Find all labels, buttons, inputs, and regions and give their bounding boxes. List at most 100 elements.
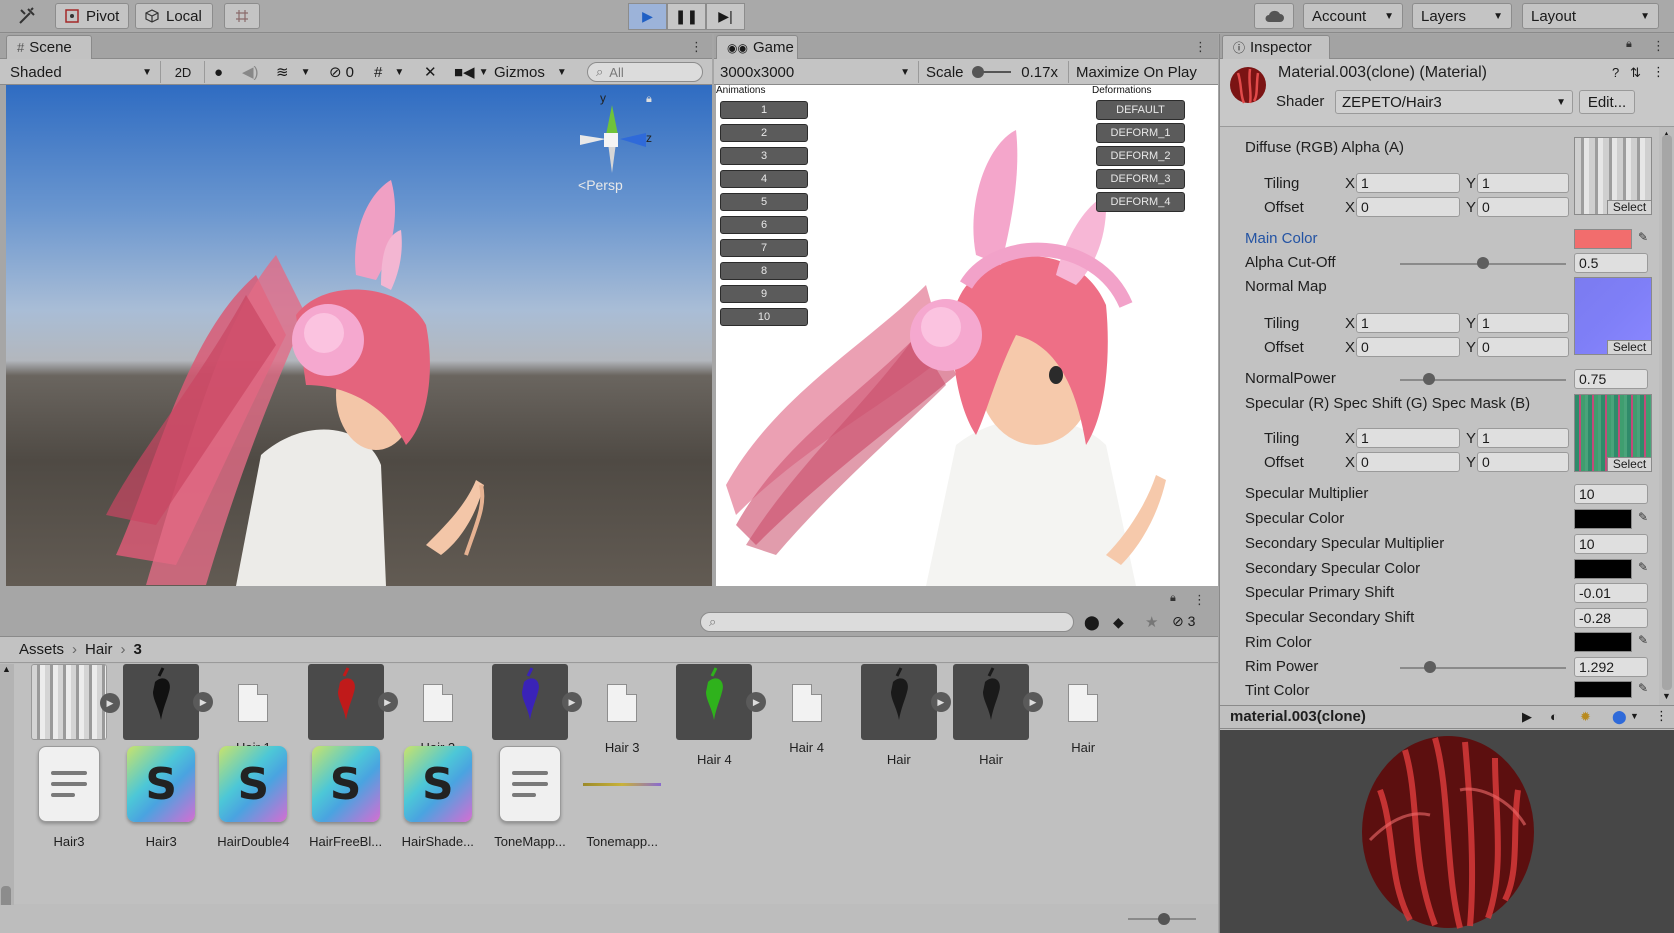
asset-item[interactable]: S HairFreeBl... bbox=[300, 746, 392, 849]
project-search-input[interactable]: ⌕ bbox=[700, 612, 1074, 632]
eyedropper-icon[interactable]: ✎ bbox=[1638, 510, 1648, 524]
eyedropper-icon[interactable]: ✎ bbox=[1638, 681, 1648, 695]
persp-toggle[interactable]: <Persp bbox=[578, 177, 623, 193]
light-icon[interactable]: ✹ bbox=[1580, 709, 1591, 725]
specular-tiling-x-field[interactable]: 1 bbox=[1356, 428, 1460, 448]
preset-icon[interactable]: ⇅ bbox=[1630, 65, 1641, 81]
breadcrumb-current[interactable]: 3 bbox=[134, 641, 142, 658]
spec-color-swatch[interactable] bbox=[1574, 509, 1632, 529]
diffuse-texture-slot[interactable]: Select bbox=[1574, 137, 1652, 215]
camera-dropdown[interactable]: ■◀ ▼ bbox=[450, 61, 493, 83]
animation-button[interactable]: 1 bbox=[720, 101, 808, 119]
rim-color-swatch[interactable] bbox=[1574, 632, 1632, 652]
normal-map-texture-slot[interactable]: Select bbox=[1574, 277, 1652, 355]
tint-color-swatch[interactable] bbox=[1574, 681, 1632, 698]
account-dropdown[interactable]: Account ▼ bbox=[1303, 3, 1403, 29]
tab-scene[interactable]: # Scene bbox=[6, 35, 92, 59]
shader-dropdown[interactable]: ZEPETO/Hair3 ▼ bbox=[1335, 90, 1573, 114]
specular-select-button[interactable]: Select bbox=[1607, 457, 1651, 471]
diffuse-offset-x-field[interactable]: 0 bbox=[1356, 197, 1460, 217]
cloud-button[interactable] bbox=[1254, 3, 1294, 29]
grid-snap-button[interactable] bbox=[224, 3, 260, 29]
layout-dropdown[interactable]: Layout ▼ bbox=[1522, 3, 1659, 29]
preview-menu-icon[interactable]: ⋮ bbox=[1655, 708, 1668, 724]
lighting-toggle[interactable]: ● bbox=[210, 61, 227, 83]
maximize-on-play-toggle[interactable]: Maximize On Play bbox=[1072, 61, 1201, 83]
gizmos-dropdown[interactable]: Gizmos ▼ bbox=[490, 61, 571, 83]
asset-item[interactable]: Tonemapp... bbox=[576, 746, 668, 849]
deformation-button[interactable]: DEFORM_4 bbox=[1096, 192, 1185, 212]
main-color-swatch[interactable] bbox=[1574, 229, 1632, 249]
scene-viewport[interactable]: y z <Persp 🔒︎ bbox=[6, 85, 712, 586]
rim-power-thumb[interactable] bbox=[1423, 661, 1436, 673]
spec-primary-shift-field[interactable]: -0.01 bbox=[1574, 583, 1648, 603]
eyedropper-icon[interactable]: ✎ bbox=[1638, 560, 1648, 574]
asset-item[interactable]: S HairShade... bbox=[392, 746, 484, 849]
tools-toggle[interactable]: ✕ bbox=[420, 61, 441, 83]
animation-button[interactable]: 3 bbox=[720, 147, 808, 165]
diffuse-tiling-y-field[interactable]: 1 bbox=[1477, 173, 1569, 193]
audio-toggle[interactable]: ◀) bbox=[238, 61, 263, 83]
specular-offset-y-field[interactable]: 0 bbox=[1477, 452, 1569, 472]
deformation-button[interactable]: DEFORM_2 bbox=[1096, 146, 1185, 166]
help-icon[interactable]: ? bbox=[1612, 65, 1619, 80]
lock-icon[interactable]: 🔒︎ bbox=[1626, 38, 1632, 51]
deformation-button[interactable]: DEFORM_3 bbox=[1096, 169, 1185, 189]
normal-offset-y-field[interactable]: 0 bbox=[1477, 337, 1569, 357]
asset-item[interactable]: Hair 1 bbox=[207, 664, 299, 755]
diffuse-tiling-x-field[interactable]: 1 bbox=[1356, 173, 1460, 193]
preview-shape-icon[interactable]: ◐ bbox=[1550, 709, 1558, 724]
inspector-scrollbar[interactable]: ▲ ▼ bbox=[1659, 127, 1674, 705]
2d-toggle[interactable]: 2D bbox=[166, 61, 200, 83]
orientation-gizmo[interactable]: y z <Persp bbox=[576, 91, 656, 195]
asset-item[interactable]: Hair 4 bbox=[761, 664, 853, 755]
sec-spec-multiplier-field[interactable]: 10 bbox=[1574, 534, 1648, 554]
asset-item[interactable]: S HairDouble4 bbox=[207, 746, 299, 849]
deformation-button[interactable]: DEFORM_1 bbox=[1096, 123, 1185, 143]
lock-icon[interactable]: 🔒︎ bbox=[1170, 592, 1176, 605]
animation-button[interactable]: 5 bbox=[720, 193, 808, 211]
scale-slider[interactable]: Scale 0.17x bbox=[922, 61, 1062, 83]
animation-button[interactable]: 8 bbox=[720, 262, 808, 280]
sec-spec-color-swatch[interactable] bbox=[1574, 559, 1632, 579]
animation-button[interactable]: 7 bbox=[720, 239, 808, 257]
sphere-icon[interactable]: ⬤ bbox=[1612, 709, 1627, 725]
scene-visibility-toggle[interactable]: ⊘ 0 bbox=[325, 61, 358, 83]
label-tag-icon[interactable]: ◆ bbox=[1113, 614, 1124, 631]
effects-toggle[interactable]: ≋ ▼ bbox=[272, 61, 314, 83]
alpha-cutoff-thumb[interactable] bbox=[1477, 257, 1489, 269]
breadcrumb-hair[interactable]: Hair bbox=[85, 641, 113, 658]
tab-game[interactable]: ◉◉ Game bbox=[716, 35, 798, 59]
specular-texture-slot[interactable]: Select bbox=[1574, 394, 1652, 472]
asset-item[interactable]: Hair3 bbox=[23, 746, 115, 849]
normal-select-button[interactable]: Select bbox=[1607, 340, 1651, 354]
eyedropper-icon[interactable]: ✎ bbox=[1638, 633, 1648, 647]
inspector-menu-icon[interactable]: ⋮ bbox=[1652, 38, 1665, 54]
normal-offset-x-field[interactable]: 0 bbox=[1356, 337, 1460, 357]
scene-menu-icon[interactable]: ⋮ bbox=[690, 39, 703, 55]
material-preview[interactable] bbox=[1220, 730, 1674, 933]
asset-item[interactable]: Hair 3 bbox=[576, 664, 668, 755]
specular-tiling-y-field[interactable]: 1 bbox=[1477, 428, 1569, 448]
thumbnail-size-slider[interactable] bbox=[1128, 913, 1196, 925]
project-menu-icon[interactable]: ⋮ bbox=[1193, 592, 1206, 608]
specular-offset-x-field[interactable]: 0 bbox=[1356, 452, 1460, 472]
left-scrollbar[interactable]: ▲ ▼ bbox=[0, 664, 14, 933]
normal-power-field[interactable]: 0.75 bbox=[1574, 369, 1648, 389]
spec-secondary-shift-field[interactable]: -0.28 bbox=[1574, 608, 1648, 628]
pause-button[interactable]: ❚❚ bbox=[667, 3, 706, 30]
play-icon[interactable]: ▶ bbox=[1522, 709, 1532, 725]
tab-inspector[interactable]: ⓘ Inspector bbox=[1222, 35, 1330, 59]
animation-button[interactable]: 9 bbox=[720, 285, 808, 303]
pivot-button[interactable]: Pivot bbox=[55, 3, 129, 29]
asset-item[interactable]: Hair 2 bbox=[392, 664, 484, 755]
game-menu-icon[interactable]: ⋮ bbox=[1194, 39, 1207, 55]
shading-mode-dropdown[interactable]: Shaded ▼ bbox=[6, 61, 156, 83]
normal-tiling-x-field[interactable]: 1 bbox=[1356, 313, 1460, 333]
grid-toggle[interactable]: # ▼ bbox=[370, 61, 408, 83]
tools-icon[interactable] bbox=[10, 3, 44, 29]
asset-item[interactable]: ▶ Hair bbox=[945, 664, 1043, 767]
layers-dropdown[interactable]: Layers ▼ bbox=[1412, 3, 1512, 29]
chevron-down-icon[interactable]: ▼ bbox=[1630, 711, 1639, 721]
rim-power-field[interactable]: 1.292 bbox=[1574, 657, 1648, 677]
